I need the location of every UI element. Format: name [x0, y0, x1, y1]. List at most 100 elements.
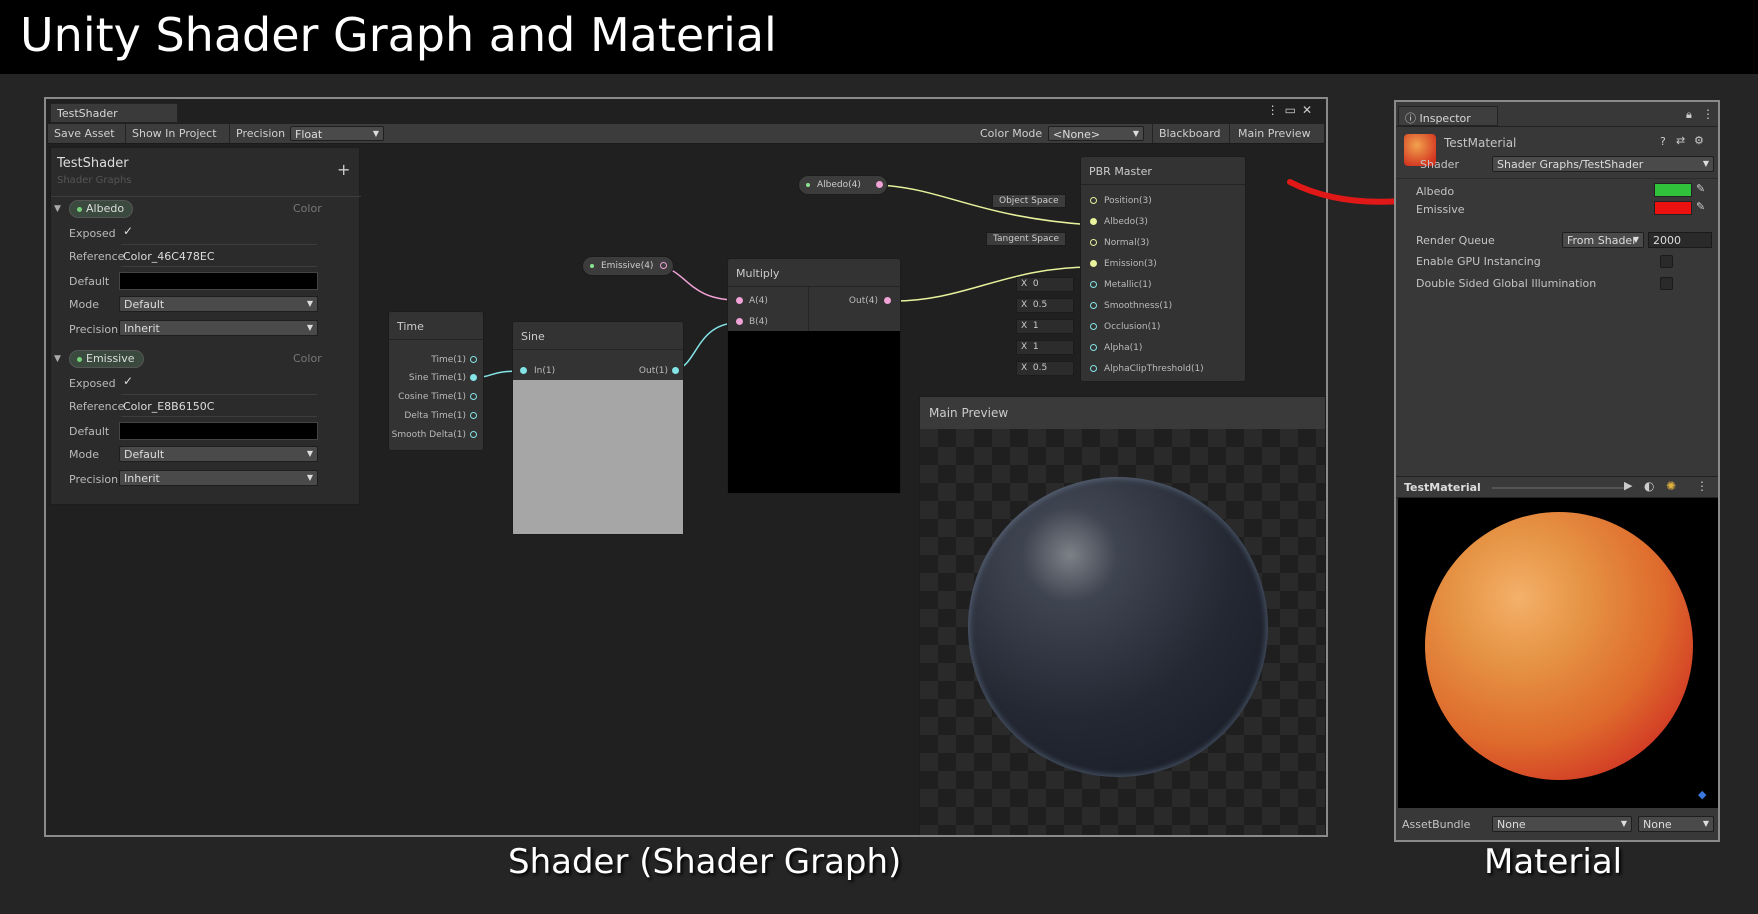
chevron-down-icon: ▼ [1703, 159, 1709, 168]
more-icon[interactable]: ⋮ [1702, 107, 1714, 121]
node-title: Time [389, 312, 483, 340]
axis-label: X [1021, 300, 1027, 310]
value: 0.5 [1033, 363, 1047, 373]
dsgi-checkbox[interactable] [1660, 277, 1673, 290]
shader-value: Shader Graphs/TestShader [1497, 158, 1643, 171]
port-label: Cosine Time(1) [390, 392, 466, 402]
output-port[interactable] [470, 356, 477, 363]
port-label: Time(1) [406, 355, 466, 365]
alpha-clip-value-field[interactable]: X 0.5 [1016, 361, 1074, 376]
input-port[interactable] [1090, 239, 1097, 246]
render-queue-value[interactable]: 2000 [1648, 232, 1712, 248]
output-port[interactable] [470, 393, 477, 400]
smoothness-value-field[interactable]: X 0.5 [1016, 298, 1074, 313]
node-preview [728, 331, 900, 493]
node-multiply[interactable]: Multiply [727, 258, 901, 494]
port-label: Smoothness(1) [1104, 301, 1172, 311]
more-icon[interactable]: ⋮ [1696, 479, 1708, 493]
port-label: Smooth Delta(1) [390, 430, 466, 440]
input-port[interactable] [1090, 302, 1097, 309]
port-label: Emission(3) [1104, 259, 1157, 269]
assetbundle-variant-dropdown[interactable]: None ▼ [1638, 816, 1714, 832]
eyedropper-icon[interactable]: ✎ [1696, 200, 1705, 213]
input-port[interactable] [1090, 323, 1097, 330]
value: 1 [1033, 321, 1039, 331]
output-port[interactable] [884, 297, 891, 304]
page-title: Unity Shader Graph and Material [20, 8, 777, 62]
material-name: TestMaterial [1444, 136, 1516, 150]
port-label: Alpha(1) [1104, 343, 1142, 353]
emissive-color-swatch[interactable] [1654, 201, 1692, 215]
port-label: A(4) [749, 296, 768, 306]
node-sine[interactable]: Sine [512, 321, 684, 535]
input-port[interactable] [520, 367, 527, 374]
gpu-instancing-checkbox[interactable] [1660, 255, 1673, 268]
info-icon: ⓘ [1405, 112, 1416, 125]
help-icon[interactable]: ? [1660, 135, 1666, 148]
preview-divider[interactable] [1492, 487, 1624, 489]
assetbundle-value: None [1497, 818, 1526, 831]
port-label: In(1) [534, 366, 555, 376]
property-node-label: Albedo(4) [817, 180, 861, 190]
preview-shape-icon[interactable]: ◐ [1644, 479, 1654, 493]
albedo-label: Albedo [1416, 185, 1454, 198]
output-port[interactable] [876, 181, 883, 188]
node-title: Sine [513, 322, 683, 350]
axis-label: X [1021, 321, 1027, 331]
input-port[interactable] [1090, 344, 1097, 351]
emissive-label: Emissive [1416, 203, 1465, 216]
input-port[interactable] [736, 318, 743, 325]
metallic-value-field[interactable]: X 0 [1016, 277, 1074, 292]
input-port[interactable] [1090, 365, 1097, 372]
albedo-color-swatch[interactable] [1654, 183, 1692, 197]
dsgi-label: Double Sided Global Illumination [1416, 277, 1596, 290]
shader-label: Shader [1420, 158, 1459, 171]
main-preview-panel[interactable]: Main Preview [919, 396, 1326, 836]
input-port[interactable] [1090, 218, 1097, 225]
shader-dropdown[interactable]: Shader Graphs/TestShader ▼ [1492, 156, 1714, 172]
port-label: Position(3) [1104, 196, 1152, 206]
tangent-space-dropdown[interactable]: Tangent Space [986, 232, 1066, 246]
tag-icon[interactable]: ◆ [1698, 788, 1706, 801]
lock-icon[interactable]: 🔒︎ [1686, 108, 1692, 122]
assetbundle-dropdown[interactable]: None ▼ [1492, 816, 1632, 832]
value: 0.5 [1033, 300, 1047, 310]
chevron-down-icon: ▼ [1621, 819, 1627, 828]
input-port[interactable] [736, 297, 743, 304]
port-label: Out(4) [836, 296, 878, 306]
assetbundle-variant-value: None [1643, 818, 1672, 831]
preset-icon[interactable]: ⇄ [1676, 134, 1685, 147]
axis-label: X [1021, 363, 1027, 373]
preview-title: TestMaterial [1404, 481, 1481, 494]
property-node-label: Emissive(4) [601, 261, 653, 271]
value: 0 [1033, 279, 1039, 289]
eyedropper-icon[interactable]: ✎ [1696, 182, 1705, 195]
output-port[interactable] [470, 374, 477, 381]
object-space-dropdown[interactable]: Object Space [992, 194, 1066, 208]
input-port[interactable] [1090, 197, 1097, 204]
input-port[interactable] [1090, 260, 1097, 267]
axis-label: X [1021, 342, 1027, 352]
gpu-instancing-label: Enable GPU Instancing [1416, 255, 1541, 268]
chevron-down-icon: ▼ [1703, 819, 1709, 828]
value: 1 [1033, 342, 1039, 352]
input-port[interactable] [1090, 281, 1097, 288]
material-caption: Material [1484, 842, 1622, 882]
light-icon[interactable]: ✺ [1666, 479, 1676, 493]
albedo-property-node[interactable]: Albedo(4) [798, 175, 888, 195]
output-port[interactable] [470, 412, 477, 419]
preview-header: TestMaterial ▶ ◐ ✺ ⋮ [1396, 476, 1720, 498]
assetbundle-label: AssetBundle [1402, 818, 1470, 831]
preview-viewport [920, 429, 1325, 835]
render-queue-dropdown[interactable]: From Shader▼ [1562, 232, 1644, 248]
play-icon[interactable]: ▶ [1624, 479, 1632, 492]
shader-graph-window: TestShader ⋮▭✕ Save Asset Show In Projec… [44, 97, 1328, 837]
render-queue-mode: From Shader [1567, 234, 1637, 247]
output-port[interactable] [672, 367, 679, 374]
output-port[interactable] [470, 431, 477, 438]
occlusion-value-field[interactable]: X 1 [1016, 319, 1074, 334]
tab-inspector[interactable]: ⓘ Inspector [1398, 106, 1498, 126]
gear-icon[interactable]: ⚙ [1694, 134, 1704, 147]
output-port[interactable] [660, 262, 667, 269]
alpha-value-field[interactable]: X 1 [1016, 340, 1074, 355]
